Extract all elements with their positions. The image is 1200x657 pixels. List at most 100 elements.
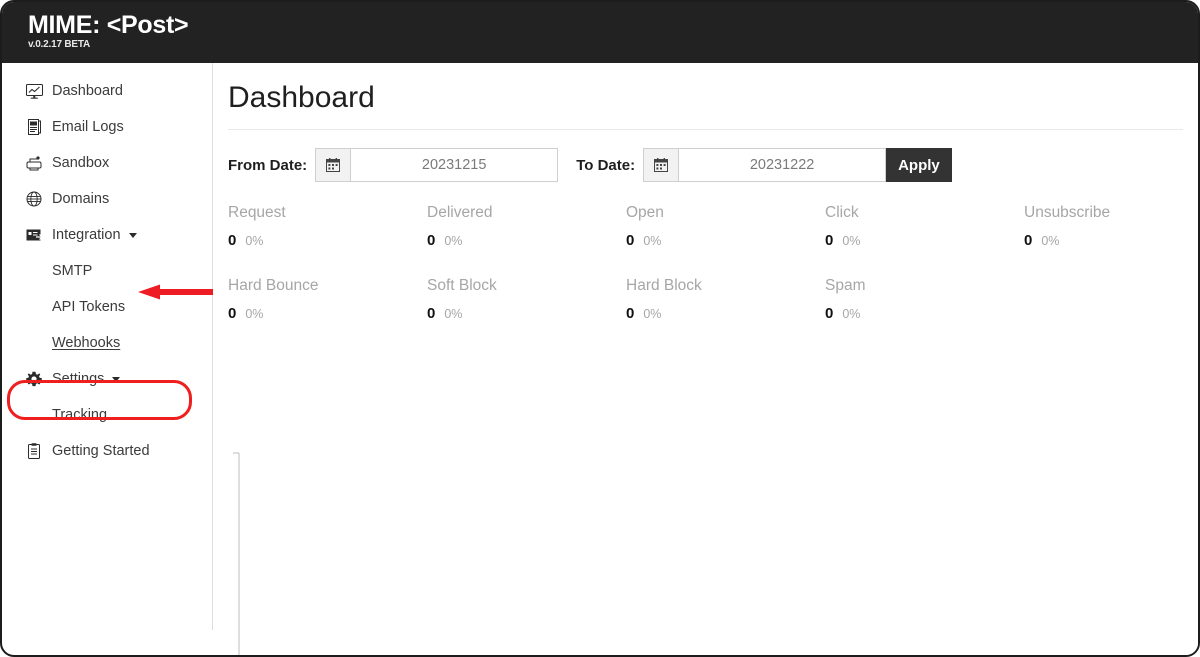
sidebar-item-label: Settings <box>52 371 105 387</box>
integration-icon <box>24 226 44 244</box>
metrics-row: Hard Bounce 0 0% Soft Block 0 0% Hard Bl… <box>228 277 1198 322</box>
chevron-down-icon[interactable] <box>128 232 137 238</box>
metric-label: Open <box>626 204 664 221</box>
activity-chart: 2023-12-152023-12-162023-12-172023-12-18… <box>213 368 1198 655</box>
metric-hard-block: Hard Block 0 0% <box>626 277 825 322</box>
sidebar-item-label: Dashboard <box>52 83 123 99</box>
metric-click: Click 0 0% <box>825 204 1024 249</box>
metric-percent: 0% <box>643 307 662 321</box>
chevron-down-icon[interactable] <box>112 376 121 382</box>
sidebar-item-settings[interactable]: Settings <box>2 361 212 397</box>
metric-percent: 0% <box>643 234 662 248</box>
sidebar-item-email-logs[interactable]: Email Logs <box>2 109 212 145</box>
monitor-chart-icon <box>24 82 44 100</box>
page-title: Dashboard <box>228 81 375 114</box>
metric-percent: 0% <box>444 234 463 248</box>
metric-percent: 0% <box>842 234 861 248</box>
clipboard-icon <box>24 442 44 460</box>
metric-values: 0 0% <box>427 305 626 322</box>
metric-delivered: Delivered 0 0% <box>427 204 626 249</box>
sidebar-item-label: API Tokens <box>52 299 126 315</box>
sidebar-item-getting-started[interactable]: Getting Started <box>2 433 212 469</box>
metric-count: 0 <box>1024 232 1033 249</box>
metric-label: Click <box>825 204 859 221</box>
calendar-icon[interactable] <box>316 149 352 181</box>
metric-values: 0 0% <box>825 232 1024 249</box>
metric-values: 0 0% <box>228 305 427 322</box>
calendar-icon[interactable] <box>644 149 680 181</box>
brand-logo[interactable]: MIME: <Post> v.0.2.17 BETA <box>28 11 189 51</box>
sidebar-item-label: Getting Started <box>52 443 150 459</box>
metric-label: Request <box>228 204 286 221</box>
metric-count: 0 <box>626 232 635 249</box>
sidebar-item-domains[interactable]: Domains <box>2 181 212 217</box>
sidebar-item-label: Domains <box>52 191 110 207</box>
sidebar-item-label: Tracking <box>52 407 108 423</box>
metrics-row: Request 0 0% Delivered 0 0% Open 0 0% Cl… <box>228 204 1198 249</box>
metric-percent: 0% <box>1041 234 1060 248</box>
sandbox-icon <box>24 154 44 172</box>
metric-percent: 0% <box>842 307 861 321</box>
sidebar-item-label: Integration <box>52 227 121 243</box>
sidebar: Dashboard Email Logs Sandbox Domains Int <box>2 63 248 630</box>
metric-percent: 0% <box>245 307 264 321</box>
metric-values: 0 0% <box>626 232 825 249</box>
metric-count: 0 <box>427 305 436 322</box>
metric-label: Spam <box>825 277 866 294</box>
metric-open: Open 0 0% <box>626 204 825 249</box>
metric-label: Hard Block <box>626 277 702 294</box>
metric-label: Delivered <box>427 204 493 221</box>
sidebar-item-dashboard[interactable]: Dashboard <box>2 73 212 109</box>
sidebar-item-integration[interactable]: Integration <box>2 217 212 253</box>
sidebar-item-label: SMTP <box>52 263 93 279</box>
metric-label: Unsubscribe <box>1024 204 1111 221</box>
metric-spam: Spam 0 0% <box>825 277 1024 322</box>
brand-version: v.0.2.17 BETA <box>28 39 91 51</box>
chart-canvas: 2023-12-152023-12-162023-12-172023-12-18… <box>233 452 240 655</box>
main-content: Dashboard From Date: To Date: Apply <box>213 63 1198 655</box>
app-window: MIME: <Post> v.0.2.17 BETA Dashboard Ema… <box>0 0 1200 657</box>
globe-icon <box>24 190 44 208</box>
sidebar-item-label: Email Logs <box>52 119 124 135</box>
sidebar-item-label: Sandbox <box>52 155 110 171</box>
metric-values: 0 0% <box>1024 232 1198 249</box>
metric-count: 0 <box>825 305 834 322</box>
metric-request: Request 0 0% <box>228 204 427 249</box>
sidebar-item-webhooks[interactable]: Webhooks <box>2 325 212 361</box>
sidebar-item-smtp[interactable]: SMTP <box>2 253 212 289</box>
metric-count: 0 <box>228 232 237 249</box>
sidebar-item-api-tokens[interactable]: API Tokens <box>2 289 212 325</box>
sidebar-item-sandbox[interactable]: Sandbox <box>2 145 212 181</box>
metric-count: 0 <box>427 232 436 249</box>
from-date-input[interactable] <box>351 149 558 181</box>
to-date-field[interactable] <box>643 148 887 182</box>
from-date-label: From Date: <box>228 156 308 174</box>
date-filter-bar: From Date: To Date: Apply <box>228 148 1198 182</box>
metric-percent: 0% <box>245 234 264 248</box>
metric-label: Hard Bounce <box>228 277 319 294</box>
metric-values: 0 0% <box>228 232 427 249</box>
metric-soft-block: Soft Block 0 0% <box>427 277 626 322</box>
to-date-label: To Date: <box>576 156 636 174</box>
sidebar-item-label: Webhooks <box>52 335 121 351</box>
sidebar-item-tracking[interactable]: Tracking <box>2 397 212 433</box>
top-bar: MIME: <Post> v.0.2.17 BETA <box>2 2 1198 63</box>
title-divider <box>228 129 1183 130</box>
to-date-input[interactable] <box>679 149 886 181</box>
apply-button[interactable]: Apply <box>886 148 952 182</box>
metric-values: 0 0% <box>626 305 825 322</box>
metric-percent: 0% <box>444 307 463 321</box>
gear-icon <box>24 370 44 388</box>
metric-values: 0 0% <box>427 232 626 249</box>
metric-count: 0 <box>228 305 237 322</box>
metric-values: 0 0% <box>825 305 1024 322</box>
metrics-panel: Request 0 0% Delivered 0 0% Open 0 0% Cl… <box>228 204 1198 322</box>
brand-title: MIME: <Post> <box>28 11 189 39</box>
mail-log-icon <box>24 118 44 136</box>
from-date-field[interactable] <box>315 148 559 182</box>
metric-count: 0 <box>825 232 834 249</box>
metric-hard-bounce: Hard Bounce 0 0% <box>228 277 427 322</box>
metric-count: 0 <box>626 305 635 322</box>
metric-unsubscribe: Unsubscribe 0 0% <box>1024 204 1198 249</box>
metric-label: Soft Block <box>427 277 497 294</box>
